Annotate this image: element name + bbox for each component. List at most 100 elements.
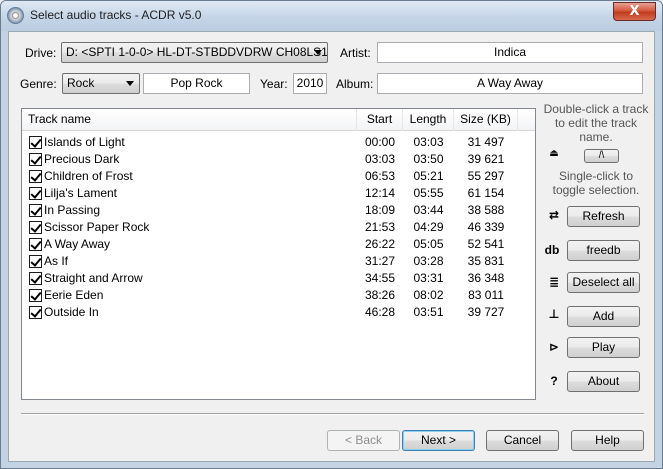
chevron-down-icon [314,50,322,55]
database-icon: db [544,243,560,257]
cancel-button[interactable]: Cancel [486,430,559,451]
toggle-hint: Single-click to toggle selection. [552,169,640,197]
track-row[interactable]: Eerie Eden 38:26 08:02 83 011 [22,287,535,304]
track-name-cell: Scissor Paper Rock [44,220,150,234]
footer-separator [21,413,644,415]
drive-label: Drive: [25,46,57,60]
track-length-cell: 08:02 [413,288,444,302]
track-checkbox[interactable] [29,255,42,268]
track-size-cell: 39 727 [467,305,505,319]
track-list-header: Track name Start Length Size (KB) [22,109,535,131]
year-field[interactable]: 2010 [293,73,327,94]
track-size-cell: 35 831 [467,254,505,268]
track-start-cell: 26:22 [364,237,396,251]
genre-select-value: Rock [67,76,95,90]
close-button[interactable]: X [613,2,656,21]
track-size-cell: 46 339 [467,220,505,234]
track-start-cell: 46:28 [364,305,396,319]
track-name-cell: Precious Dark [44,152,120,166]
dialog-client-area: Drive: D: <SPTI 1-0-0> HL-DT-STBDDVDRW C… [8,31,655,462]
back-button[interactable]: < Back [327,430,400,451]
next-button[interactable]: Next > [402,430,475,451]
year-label: Year: [260,77,288,91]
track-name-cell: A Way Away [44,237,111,251]
cd-disc-icon [7,7,24,24]
track-checkbox[interactable] [29,272,42,285]
track-row[interactable]: Straight and Arrow 34:55 03:31 36 348 [22,270,535,287]
track-row[interactable]: Lilja's Lament 12:14 05:55 61 154 [22,185,535,202]
track-length-cell: 05:05 [413,237,444,251]
column-header-track-name[interactable]: Track name [22,109,357,131]
help-button[interactable]: Help [571,430,644,451]
track-start-cell: 18:09 [364,203,396,217]
track-row[interactable]: Islands of Light 00:00 03:03 31 497 [22,134,535,151]
track-size-cell: 39 621 [467,152,505,166]
track-row[interactable]: Outside In 46:28 03:51 39 727 [22,304,535,321]
add-button[interactable]: Add [567,306,640,327]
track-name-cell: Children of Frost [44,169,133,183]
deselect-all-button[interactable]: Deselect all [567,272,640,293]
track-length-cell: 04:29 [413,220,444,234]
title-bar[interactable]: Select audio tracks - ACDR v5.0 X [1,1,662,31]
track-size-cell: 38 588 [467,203,505,217]
track-name-cell: Outside In [44,305,99,319]
drive-select[interactable]: D: <SPTI 1-0-0> HL-DT-STBDDVDRW CH08LS10 [61,42,328,63]
track-row[interactable]: A Way Away 26:22 05:05 52 541 [22,236,535,253]
track-start-cell: 12:14 [364,186,396,200]
track-name-cell: Eerie Eden [44,288,104,302]
track-name-cell: Straight and Arrow [44,271,143,285]
edit-hint: Double-click a track to edit the track n… [543,102,649,144]
track-size-cell: 52 541 [467,237,505,251]
track-name-cell: Islands of Light [44,135,125,149]
track-checkbox[interactable] [29,306,42,319]
track-checkbox[interactable] [29,153,42,166]
refresh-icon: ⇄ [548,208,560,222]
window-title: Select audio tracks - ACDR v5.0 [30,8,202,22]
track-start-cell: 34:55 [364,271,396,285]
genre-text-field[interactable]: Pop Rock [143,73,250,94]
track-checkbox[interactable] [29,187,42,200]
artist-label: Artist: [340,46,371,60]
chevron-down-icon [126,81,134,86]
freedb-button[interactable]: freedb [567,240,640,261]
case-toggle-button[interactable]: /\ [584,149,619,163]
eject-icon: ⏏ [549,148,559,159]
dialog-window: Select audio tracks - ACDR v5.0 X Drive:… [0,0,663,469]
track-length-cell: 03:44 [413,203,444,217]
album-field[interactable]: A Way Away [377,73,643,94]
play-button[interactable]: Play [567,337,640,358]
track-length-cell: 03:28 [413,254,444,268]
track-checkbox[interactable] [29,289,42,302]
track-start-cell: 00:00 [364,135,396,149]
track-row[interactable]: Children of Frost 06:53 05:21 55 297 [22,168,535,185]
track-name-cell: In Passing [44,203,101,217]
track-row[interactable]: As If 31:27 03:28 35 831 [22,253,535,270]
column-header-start[interactable]: Start [357,109,403,131]
track-size-cell: 83 011 [468,288,504,302]
about-button[interactable]: About [567,371,640,392]
track-length-cell: 03:03 [413,135,444,149]
track-checkbox[interactable] [29,221,42,234]
track-length-cell: 03:50 [413,152,444,166]
column-header-length[interactable]: Length [403,109,454,131]
track-list[interactable]: Track name Start Length Size (KB) Island… [21,108,536,400]
track-checkbox[interactable] [29,170,42,183]
genre-select[interactable]: Rock [62,73,140,94]
track-checkbox[interactable] [29,238,42,251]
track-row[interactable]: Scissor Paper Rock 21:53 04:29 46 339 [22,219,535,236]
refresh-button[interactable]: Refresh [567,206,640,227]
track-row[interactable]: In Passing 18:09 03:44 38 588 [22,202,535,219]
column-header-size[interactable]: Size (KB) [454,109,518,131]
track-length-cell: 03:31 [413,271,444,285]
play-icon: ⊳ [548,340,560,354]
track-row[interactable]: Precious Dark 03:03 03:50 39 621 [22,151,535,168]
track-checkbox[interactable] [29,204,42,217]
artist-field[interactable]: Indica [377,42,643,63]
track-size-cell: 36 348 [467,271,505,285]
track-checkbox[interactable] [29,136,42,149]
album-label: Album: [336,77,374,91]
track-size-cell: 31 497 [467,135,505,149]
track-size-cell: 55 297 [467,169,505,183]
track-name-cell: Lilja's Lament [44,186,117,200]
genre-label: Genre: [20,77,57,91]
